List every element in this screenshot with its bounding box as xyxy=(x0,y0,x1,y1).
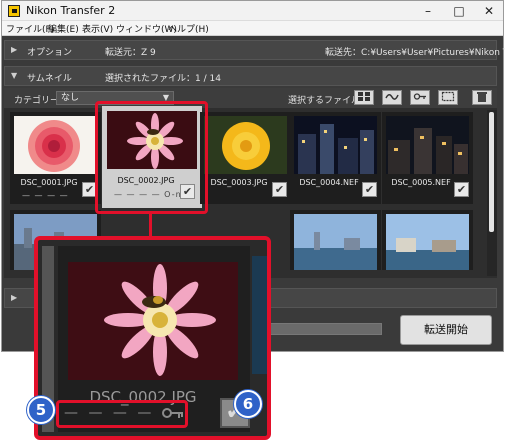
destination-label: 転送先：C:¥Users¥User¥Pictures¥Nikon Transfe… xyxy=(325,48,505,58)
thumbnail-dsc-0004[interactable]: DSC_0004.NEF ✔ xyxy=(290,112,381,204)
menu-bar: ファイル(F) 編集(E) 表示(V) ウィンドウ(W) ヘルプ(H) xyxy=(2,21,503,36)
thumbnails-label: サムネイル xyxy=(27,74,72,84)
minimize-icon[interactable]: – xyxy=(413,1,443,21)
filename: DSC_0005.NEF xyxy=(391,178,451,187)
filename: DSC_0003.JPG xyxy=(210,178,268,187)
select-key-icon[interactable] xyxy=(410,90,430,105)
checkmark-icon[interactable]: ✔ xyxy=(362,182,377,197)
thumbnail-dsc-0001[interactable]: DSC_0001.JPG — — — — ✔ xyxy=(10,112,101,204)
progress-bar xyxy=(270,323,382,335)
zoom-status-dashes: — — — — xyxy=(64,405,184,421)
filename: DSC_0001.JPG xyxy=(20,178,78,187)
highlight-frame xyxy=(95,101,208,214)
filename: DSC_0004.NEF xyxy=(299,178,359,187)
checkmark-icon[interactable]: ✔ xyxy=(454,182,469,197)
callout-badge-5: 5 xyxy=(27,396,55,424)
callout-connector xyxy=(149,214,152,236)
source-label: 転送元：Z 9 xyxy=(105,48,156,58)
waterfront-photo-2 xyxy=(386,214,469,270)
city-photo-2 xyxy=(386,116,469,174)
flower-photo-3 xyxy=(204,116,287,174)
thumbnails-bar[interactable]: ▼ サムネイル 選択されたファイル：1 / 14 xyxy=(4,66,497,86)
select-all-icon[interactable] xyxy=(354,90,374,105)
category-value: なし xyxy=(61,93,80,103)
city-photo-1 xyxy=(294,116,377,174)
start-transfer-button[interactable]: 転送開始 xyxy=(400,315,492,345)
expand-triangle-icon[interactable]: ▶ xyxy=(11,293,17,302)
key-icon xyxy=(161,408,183,418)
menu-edit[interactable]: 編集(E) xyxy=(48,22,79,35)
zoom-right-strip xyxy=(252,256,267,374)
status-dashes: — — — — xyxy=(22,191,69,200)
thumbnail-row2-5[interactable] xyxy=(382,210,473,270)
select-wave-icon[interactable] xyxy=(382,90,402,105)
menu-view[interactable]: 表示(V) xyxy=(82,22,113,35)
maximize-icon[interactable]: □ xyxy=(444,1,474,21)
thumbnail-dsc-0005[interactable]: DSC_0005.NEF ✔ xyxy=(382,112,473,204)
selected-count: 選択されたファイル：1 / 14 xyxy=(105,74,221,84)
scrollbar-thumb[interactable] xyxy=(489,112,494,232)
close-icon[interactable]: ✕ xyxy=(474,1,504,21)
menu-help[interactable]: ヘルプ(H) xyxy=(168,22,209,35)
thumbnail-row2-4[interactable] xyxy=(290,210,381,270)
window-title: Nikon Transfer 2 xyxy=(26,4,116,17)
select-frame-icon[interactable] xyxy=(438,90,458,105)
stage: Nikon Transfer 2 – □ ✕ ファイル(F) 編集(E) 表示(… xyxy=(0,0,505,442)
title-bar: Nikon Transfer 2 – □ ✕ xyxy=(2,1,503,21)
checkmark-icon[interactable]: ✔ xyxy=(272,182,287,197)
collapse-triangle-icon[interactable]: ▼ xyxy=(11,71,17,80)
expand-triangle-icon[interactable]: ▶ xyxy=(11,45,17,54)
callout-badge-6: 6 xyxy=(234,390,262,418)
thumbnail-dsc-0003[interactable]: DSC_0003.JPG ✔ xyxy=(200,112,291,204)
menu-file[interactable]: ファイル(F) xyxy=(6,22,54,35)
app-icon xyxy=(8,5,20,17)
options-label: オプション xyxy=(27,48,73,58)
trash-icon[interactable] xyxy=(472,90,492,105)
waterfront-photo-1 xyxy=(294,214,377,270)
flower-photo-1 xyxy=(14,116,97,174)
zoom-flower-photo xyxy=(68,262,238,380)
options-bar[interactable]: ▶ オプション 転送元：Z 9 転送先：C:¥Users¥User¥Pictur… xyxy=(4,40,505,60)
